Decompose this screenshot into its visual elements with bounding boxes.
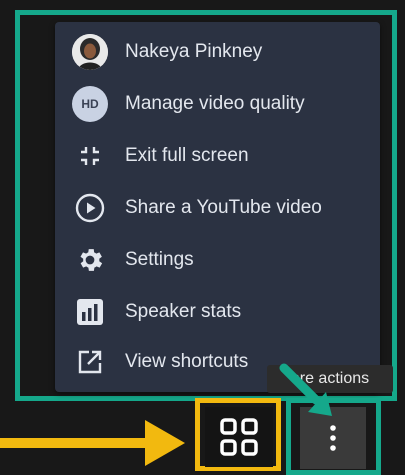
vertical-dots-icon [330,425,336,451]
bar-chart-icon [70,292,110,332]
grid-icon [220,418,258,456]
menu-item-label: Manage video quality [125,93,305,114]
menu-item-label: Speaker stats [125,301,242,322]
teal-arrow-icon [279,363,332,416]
play-circle-icon [70,188,110,228]
gear-icon [70,240,110,280]
menu-item-speaker-stats[interactable]: Speaker stats [70,290,375,334]
menu-item-video-quality[interactable]: HD Manage video quality [70,82,375,126]
menu-item-label: Settings [125,249,194,270]
more-actions-menu: Nakeya Pinkney HD Manage video quality E… [55,22,380,392]
menu-item-label: Exit full screen [125,145,249,166]
menu-item-exit-fullscreen[interactable]: Exit full screen [70,134,375,178]
hd-badge: HD [72,86,108,122]
yellow-arrow-icon [0,420,185,466]
exit-fullscreen-icon [70,136,110,176]
menu-item-label: Share a YouTube video [125,197,322,218]
menu-item-label: Nakeya Pinkney [125,41,263,62]
avatar-icon [70,32,110,72]
avatar [72,34,108,70]
menu-item-profile[interactable]: Nakeya Pinkney [70,30,375,74]
tile-view-button[interactable] [205,407,273,467]
external-link-icon [70,342,110,382]
menu-item-share-youtube[interactable]: Share a YouTube video [70,186,375,230]
menu-item-label: View shortcuts [125,351,249,372]
screenshot-canvas: Nakeya Pinkney HD Manage video quality E… [0,0,405,475]
menu-item-settings[interactable]: Settings [70,238,375,282]
hd-icon: HD [70,84,110,124]
